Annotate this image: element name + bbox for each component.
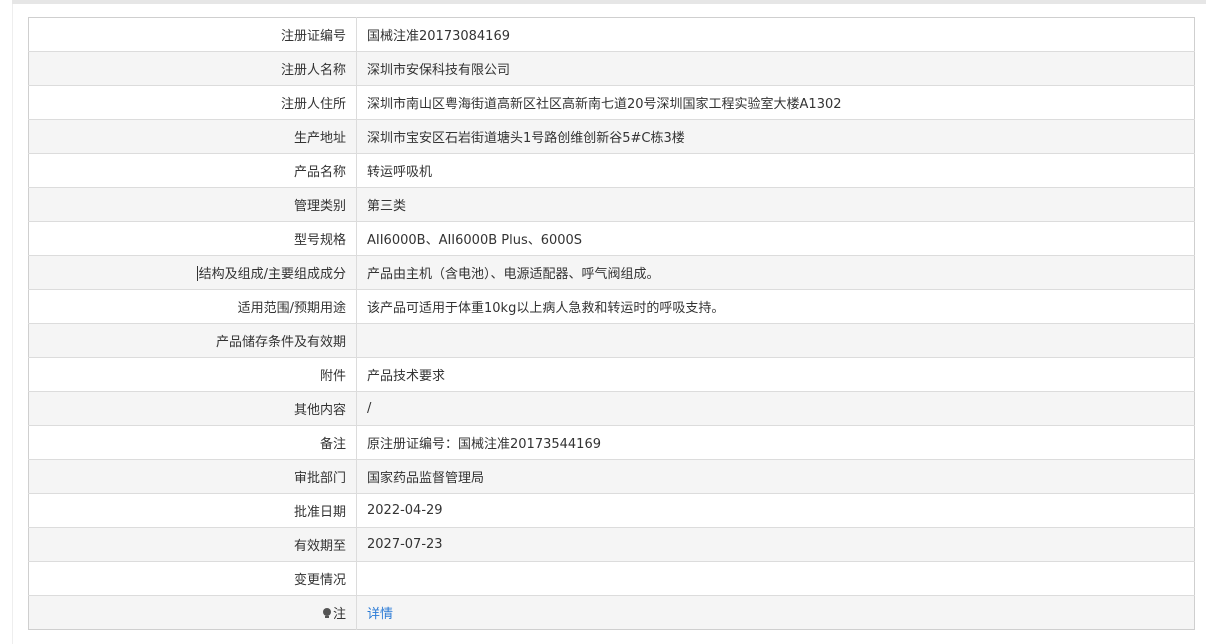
row-label-valid-until: 有效期至 [28,527,357,562]
row-value-production-address: 深圳市宝安区石岩街道塘头1号路创维创新谷5#C栋3楼 [356,119,1195,154]
row-label-other-content: 其他内容 [28,391,357,426]
row-value-intended-use: 该产品可适用于体重10kg以上病人急救和转运时的呼吸支持。 [356,289,1195,324]
row-label-note: 注 [28,595,357,630]
table-row: 生产地址 深圳市宝安区石岩街道塘头1号路创维创新谷5#C栋3楼 [28,119,1195,154]
table-row: 其他内容 / [28,391,1195,426]
left-rail [12,4,13,644]
row-label-management-category: 管理类别 [28,187,357,222]
lightbulb-icon [322,608,331,619]
table-row: 审批部门 国家药品监督管理局 [28,459,1195,494]
row-label-model-spec: 型号规格 [28,221,357,256]
row-label-registration-number: 注册证编号 [28,17,357,52]
table-row: 备注 原注册证编号：国械注准20173544169 [28,425,1195,460]
row-value-model-spec: AII6000B、AII6000B Plus、6000S [356,221,1195,256]
row-label-storage-conditions: 产品储存条件及有效期 [28,323,357,358]
table-row: 变更情况 [28,561,1195,596]
row-label-structure-composition: 结构及组成/主要组成成分 [28,255,357,290]
row-value-registration-number: 国械注准20173084169 [367,29,510,44]
details-link[interactable]: 详情 [367,607,393,622]
table-row: 批准日期 2022-04-29 [28,493,1195,528]
row-value-registrant-name: 深圳市安保科技有限公司 [356,51,1195,86]
registration-detail-table: 注册证编号 国械注准20173084169 注册人名称 深圳市安保科技有限公司 … [28,17,1195,630]
table-row: 型号规格 AII6000B、AII6000B Plus、6000S [28,221,1195,256]
row-label-registrant-name: 注册人名称 [28,51,357,86]
row-value-structure-composition: 产品由主机（含电池）、电源适配器、呼气阀组成。 [356,255,1195,290]
row-value-storage-conditions [356,323,1195,358]
row-label-production-address: 生产地址 [28,119,357,154]
row-value-approval-department: 国家药品监督管理局 [356,459,1195,494]
table-row: 结构及组成/主要组成成分 产品由主机（含电池）、电源适配器、呼气阀组成。 [28,255,1195,290]
row-value-product-name: 转运呼吸机 [356,153,1195,188]
row-label-note-text: 注 [332,607,346,622]
row-value-attachment: 产品技术要求 [356,357,1195,392]
row-label-remarks: 备注 [28,425,357,460]
table-row: 产品名称 转运呼吸机 [28,153,1195,188]
table-row: 注册人名称 深圳市安保科技有限公司 [28,51,1195,86]
row-value-remarks: 原注册证编号：国械注准20173544169 [356,425,1195,460]
top-divider [12,0,1206,4]
table-row: 注册人住所 深圳市南山区粤海街道高新区社区高新南七道20号深圳国家工程实验室大楼… [28,85,1195,120]
row-value-approval-date: 2022-04-29 [356,493,1195,528]
table-row: 产品储存条件及有效期 [28,323,1195,358]
row-label-approval-date: 批准日期 [28,493,357,528]
row-value-other-content: / [356,391,1195,426]
table-row: 附件 产品技术要求 [28,357,1195,392]
table-row: 管理类别 第三类 [28,187,1195,222]
row-label-change-history: 变更情况 [28,561,357,596]
row-label-intended-use: 适用范围/预期用途 [28,289,357,324]
row-label-structure-composition-text: 结构及组成/主要组成成分 [198,267,346,282]
row-value-note: 详情 [356,595,1195,630]
text-cursor [196,266,198,281]
row-label-attachment: 附件 [28,357,357,392]
row-value-change-history [356,561,1195,596]
row-label-registrant-address: 注册人住所 [28,85,357,120]
table-row: 注册证编号 国械注准20173084169 [28,17,1195,52]
page: 注册证编号 国械注准20173084169 注册人名称 深圳市安保科技有限公司 … [0,0,1206,644]
row-value-management-category: 第三类 [356,187,1195,222]
row-label-approval-department: 审批部门 [28,459,357,494]
row-label-product-name: 产品名称 [28,153,357,188]
table-row: 注 详情 [28,595,1195,630]
row-value-registrant-address: 深圳市南山区粤海街道高新区社区高新南七道20号深圳国家工程实验室大楼A1302 [356,85,1195,120]
table-row: 有效期至 2027-07-23 [28,527,1195,562]
row-value-valid-until: 2027-07-23 [356,527,1195,562]
table-row: 适用范围/预期用途 该产品可适用于体重10kg以上病人急救和转运时的呼吸支持。 [28,289,1195,324]
